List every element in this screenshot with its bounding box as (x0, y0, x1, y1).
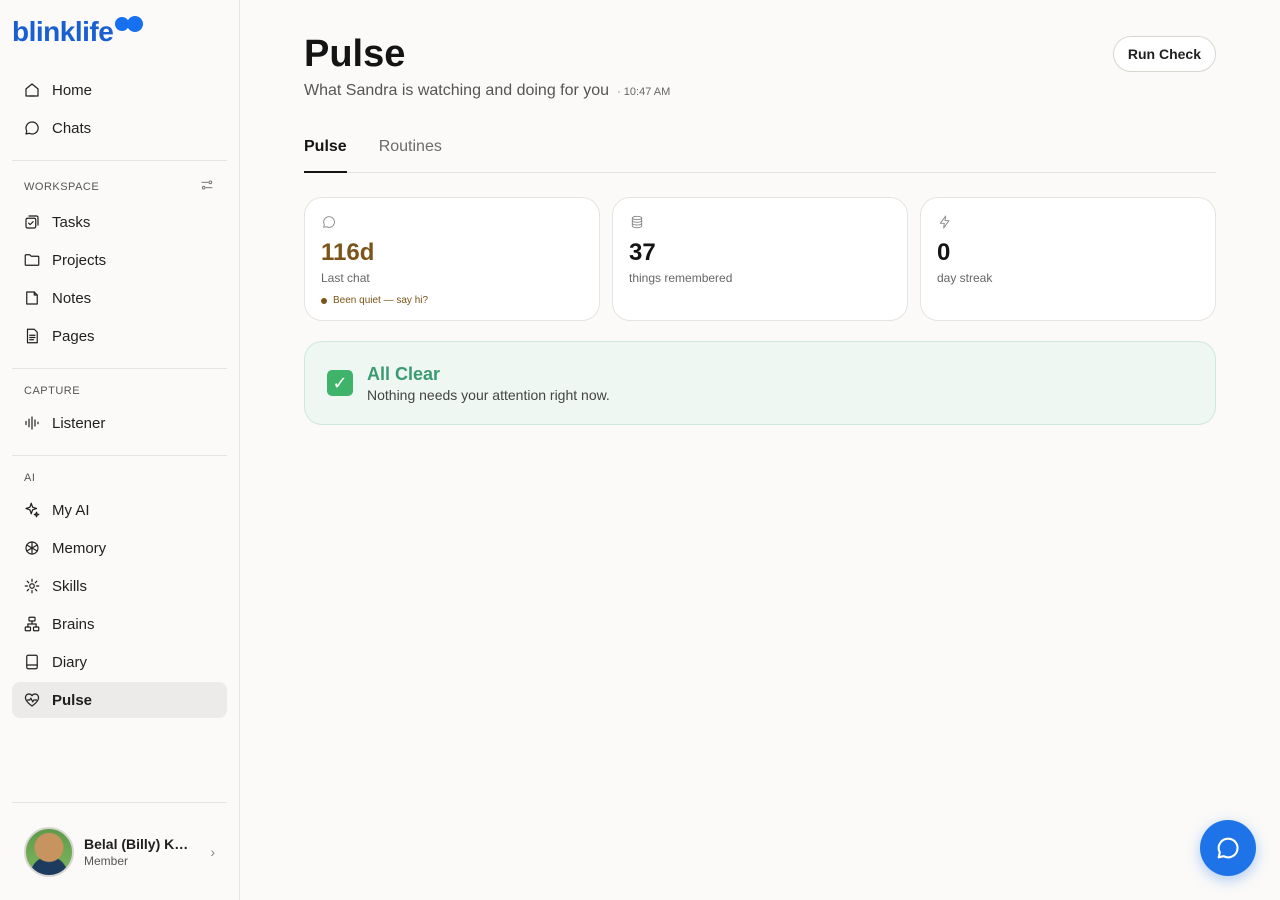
tab-bar: Pulse Routines (304, 132, 1216, 173)
sidebar-item-notes[interactable]: Notes (12, 280, 227, 316)
logo-text: blinklife (12, 16, 114, 47)
sidebar-item-my-ai[interactable]: My AI (12, 492, 227, 528)
sidebar-item-label: Tasks (52, 213, 91, 231)
sidebar-item-label: Skills (52, 577, 88, 595)
tab-pulse[interactable]: Pulse (304, 132, 347, 173)
sidebar-item-label: Listener (52, 414, 106, 432)
divider (12, 455, 227, 456)
sidebar-item-memory[interactable]: Memory (12, 530, 227, 566)
run-check-button[interactable]: Run Check (1112, 36, 1216, 72)
folder-icon (22, 250, 42, 270)
stat-value: 116d (321, 239, 375, 266)
sidebar-item-pulse[interactable]: Pulse (12, 682, 227, 718)
sidebar: blinklife Home Chats WORKSPACE Tasks Pro… (0, 0, 240, 900)
section-label-text: WORKSPACE (24, 180, 100, 193)
section-label-workspace: WORKSPACE (12, 167, 227, 202)
skills-icon (22, 576, 42, 596)
nav-ai: My AI Memory Skills Brains Diary Pulse (12, 492, 227, 726)
sidebar-item-brains[interactable]: Brains (12, 606, 227, 642)
profile-role: Member (84, 853, 129, 868)
sidebar-item-skills[interactable]: Skills (12, 568, 227, 604)
note-icon (22, 288, 42, 308)
filter-settings-icon[interactable] (199, 177, 215, 196)
waveform-icon (22, 413, 42, 433)
tab-routines[interactable]: Routines (379, 132, 442, 172)
heart-pulse-icon (22, 690, 42, 710)
sidebar-item-projects[interactable]: Projects (12, 242, 227, 278)
chevron-right-icon: › (210, 843, 215, 860)
main-content: Pulse What Sandra is watching and doing … (240, 0, 1280, 900)
section-label-text: AI (24, 472, 36, 484)
tasks-icon (22, 212, 42, 232)
stat-card-streak: 0 day streak (920, 197, 1216, 321)
all-clear-text: All Clear Nothing needs your attention r… (367, 364, 610, 403)
nav-capture: Listener (12, 405, 227, 449)
sidebar-item-label: Memory (52, 539, 107, 557)
sidebar-item-label: Notes (52, 289, 92, 307)
section-label-text: CAPTURE (24, 385, 81, 397)
page-header: Pulse What Sandra is watching and doing … (304, 32, 1216, 100)
sidebar-item-label: Diary (52, 653, 88, 671)
stat-label: Last chat (321, 271, 370, 285)
page-subtitle: What Sandra is watching and doing for yo… (304, 82, 670, 100)
stat-label: day streak (937, 271, 993, 285)
sidebar-item-label: My AI (52, 501, 90, 519)
sidebar-item-diary[interactable]: Diary (12, 644, 227, 680)
page-icon (22, 326, 42, 346)
subtitle-text: What Sandra is watching and doing for yo… (304, 82, 610, 99)
lightning-icon (937, 215, 953, 234)
section-label-ai: AI (12, 462, 227, 490)
sidebar-item-label: Projects (52, 251, 107, 269)
sidebar-item-tasks[interactable]: Tasks (12, 204, 227, 240)
home-icon (22, 80, 42, 100)
stats-cards: 116d Last chat Been quiet — say hi? 37 t… (304, 197, 1216, 321)
sidebar-item-label: Pulse (52, 691, 93, 709)
sidebar-item-label: Chats (52, 119, 92, 137)
profile-info: Belal (Billy) Kh... Member (84, 836, 210, 868)
all-clear-banner: ✓ All Clear Nothing needs your attention… (304, 341, 1216, 425)
profile-name: Belal (Billy) Kh... (84, 835, 194, 852)
chat-launcher-button[interactable] (1200, 820, 1256, 876)
divider (12, 368, 227, 369)
app-root: blinklife Home Chats WORKSPACE Tasks Pro… (0, 0, 1280, 900)
nav-top: Home Chats (12, 64, 227, 154)
diary-icon (22, 652, 42, 672)
sidebar-item-home[interactable]: Home (12, 72, 227, 108)
stat-label: things remembered (629, 271, 733, 285)
sparkle-icon (22, 500, 42, 520)
sidebar-item-chats[interactable]: Chats (12, 110, 227, 146)
brains-icon (22, 614, 42, 634)
page-title: Pulse (304, 33, 406, 75)
memory-icon (22, 538, 42, 558)
brand-logo[interactable]: blinklife (12, 0, 227, 64)
all-clear-message: Nothing needs your attention right now. (367, 386, 610, 403)
stat-value: 37 (629, 239, 656, 266)
database-icon (629, 215, 645, 234)
divider (12, 160, 227, 161)
sidebar-item-pages[interactable]: Pages (12, 318, 227, 354)
stat-note: Been quiet — say hi? (321, 295, 583, 306)
avatar (24, 826, 74, 877)
chat-bubble-icon (321, 216, 337, 234)
sidebar-item-label: Pages (52, 327, 95, 345)
all-clear-title: All Clear (367, 363, 441, 384)
timestamp: · 10:47 AM (617, 86, 671, 98)
sidebar-item-label: Home (52, 81, 93, 99)
stat-value: 0 (937, 239, 951, 266)
nav-workspace: Tasks Projects Notes Pages (12, 204, 227, 362)
section-label-capture: CAPTURE (12, 375, 227, 403)
logo-mark-icon (115, 16, 144, 32)
status-dot (321, 297, 327, 304)
profile-menu[interactable]: Belal (Billy) Kh... Member › (12, 802, 227, 900)
chat-icon (22, 118, 42, 138)
stat-note-text: Been quiet — say hi? (333, 295, 429, 306)
stat-card-last-chat: 116d Last chat Been quiet — say hi? (304, 197, 600, 321)
check-mark-icon: ✓ (327, 370, 353, 396)
sidebar-item-listener[interactable]: Listener (12, 405, 227, 441)
chat-bubble-icon (1217, 837, 1239, 859)
stat-card-memories: 37 things remembered (612, 197, 908, 321)
sidebar-item-label: Brains (52, 615, 95, 633)
